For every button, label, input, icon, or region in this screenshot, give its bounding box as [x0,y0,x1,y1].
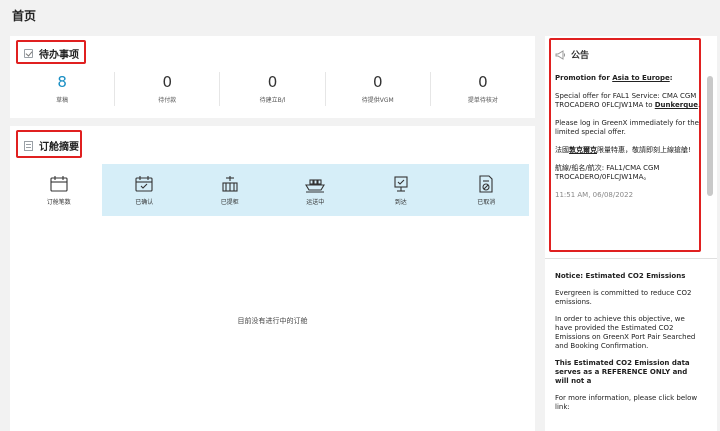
notice-header: 公告 [555,48,589,61]
list-icon [24,140,33,151]
tab-arrived-label: 到达 [394,198,407,206]
notice-title: 公告 [571,51,590,61]
tab-cancelled[interactable]: 已取消 [444,164,530,216]
tab-confirmed[interactable]: 已确认 [102,164,188,216]
document-cancel-icon [479,174,493,193]
headline-prefix: Promotion for [555,74,613,82]
todo-title: 待办事项 [39,50,79,61]
notice-scrollbar[interactable] [707,76,713,196]
stat-pending-bl-value: 0 [267,73,278,91]
order-header: 订舱摘要 [24,138,79,153]
stat-draft-value: 8 [57,73,67,91]
calendar-icon [50,175,68,192]
stat-pending-bl[interactable]: 0 待建立B/l [220,72,326,106]
tab-picked-up[interactable]: 已提柜 [187,164,273,216]
headline-suffix: : [669,74,673,82]
order-tabs: 订舱笔数 已确认 已提柜 运送中 到达 已取消 [16,164,529,216]
cn-prefix: 法國 [555,146,569,154]
megaphone-icon [555,49,565,60]
login-text: Please log in GreenX immediately for the… [555,119,699,136]
stat-pending-bl-label: 待建立B/l [259,97,286,104]
crane-container-icon [222,175,238,192]
empty-orders-message: 目前没有进行中的订舱 [237,317,308,325]
offer-link[interactable]: Dunkerque [655,101,698,109]
stat-bl-verify-value: 0 [478,73,488,91]
flag-icon [394,175,408,192]
notice2-p4: For more information, please click below… [555,394,698,411]
tab-confirmed-label: 已确认 [135,198,154,206]
notice-divider [545,258,717,259]
stat-draft-label: 草稿 [56,97,69,104]
notice-co2: Notice: Estimated CO2 Emissions Evergree… [555,272,701,420]
todo-card: 待办事项 8 草稿 0 待付款 0 待建立B/l 0 待提供VGM 0 提单待核… [10,36,535,118]
stat-pending-payment-label: 待付款 [158,97,177,104]
notice2-p3: This Estimated CO2 Emission data serves … [555,359,690,385]
stat-bl-verify-label: 提单待核对 [467,97,498,104]
notice-content: Promotion for Asia to Europe: Special of… [555,74,701,209]
stat-pending-vgm-label: 待提供VGM [361,97,394,104]
tab-bookings-label: 订舱笔数 [46,198,71,206]
cn-suffix: 限量特惠，敬請即刻上線搶艙! [597,146,691,154]
cn-link[interactable]: 敦克爾克 [569,146,597,154]
notice2-p2: In order to achieve this objective, we h… [555,315,696,350]
tab-cancelled-label: 已取消 [477,198,496,206]
headline-link[interactable]: Asia to Europe [612,74,670,82]
stat-pending-vgm[interactable]: 0 待提供VGM [326,72,431,106]
tab-in-transit[interactable]: 运送中 [273,164,359,216]
notice-timestamp: 11:51 AM, 06/08/2022 [555,191,634,199]
checkbox-icon [24,49,33,58]
notice-card: 公告 Promotion for Asia to Europe: Special… [545,36,717,431]
ship-icon [305,178,326,193]
calendar-check-icon [135,175,153,192]
page-title: 首页 [12,9,37,23]
tab-bookings[interactable]: 订舱笔数 [16,164,102,216]
tab-in-transit-label: 运送中 [306,198,325,206]
stat-bl-verify[interactable]: 0 提单待核对 [431,72,535,106]
todo-stats: 8 草稿 0 待付款 0 待建立B/l 0 待提供VGM 0 提单待核对 [10,72,535,106]
order-summary-card: 订舱摘要 订舱笔数 已确认 已提柜 运送中 到达 已取消 目前没有进行中的订舱 [10,126,535,431]
tab-arrived[interactable]: 到达 [358,164,444,216]
stat-pending-vgm-value: 0 [372,73,383,91]
cn-route: 航線/船名/航次: FAL1/CMA CGM TROCADERO/0FLCJW1… [555,164,660,181]
todo-header: 待办事项 [24,46,79,61]
stat-pending-payment-value: 0 [162,73,173,91]
offer-end: . [697,101,701,109]
notice2-title: Notice: Estimated CO2 Emissions [555,272,686,280]
order-title: 订舱摘要 [39,142,79,153]
notice2-p1: Evergreen is committed to reduce CO2 emi… [555,289,692,306]
stat-draft[interactable]: 8 草稿 [10,72,116,106]
tab-picked-up-label: 已提柜 [220,198,239,206]
stat-pending-payment[interactable]: 0 待付款 [115,72,221,106]
